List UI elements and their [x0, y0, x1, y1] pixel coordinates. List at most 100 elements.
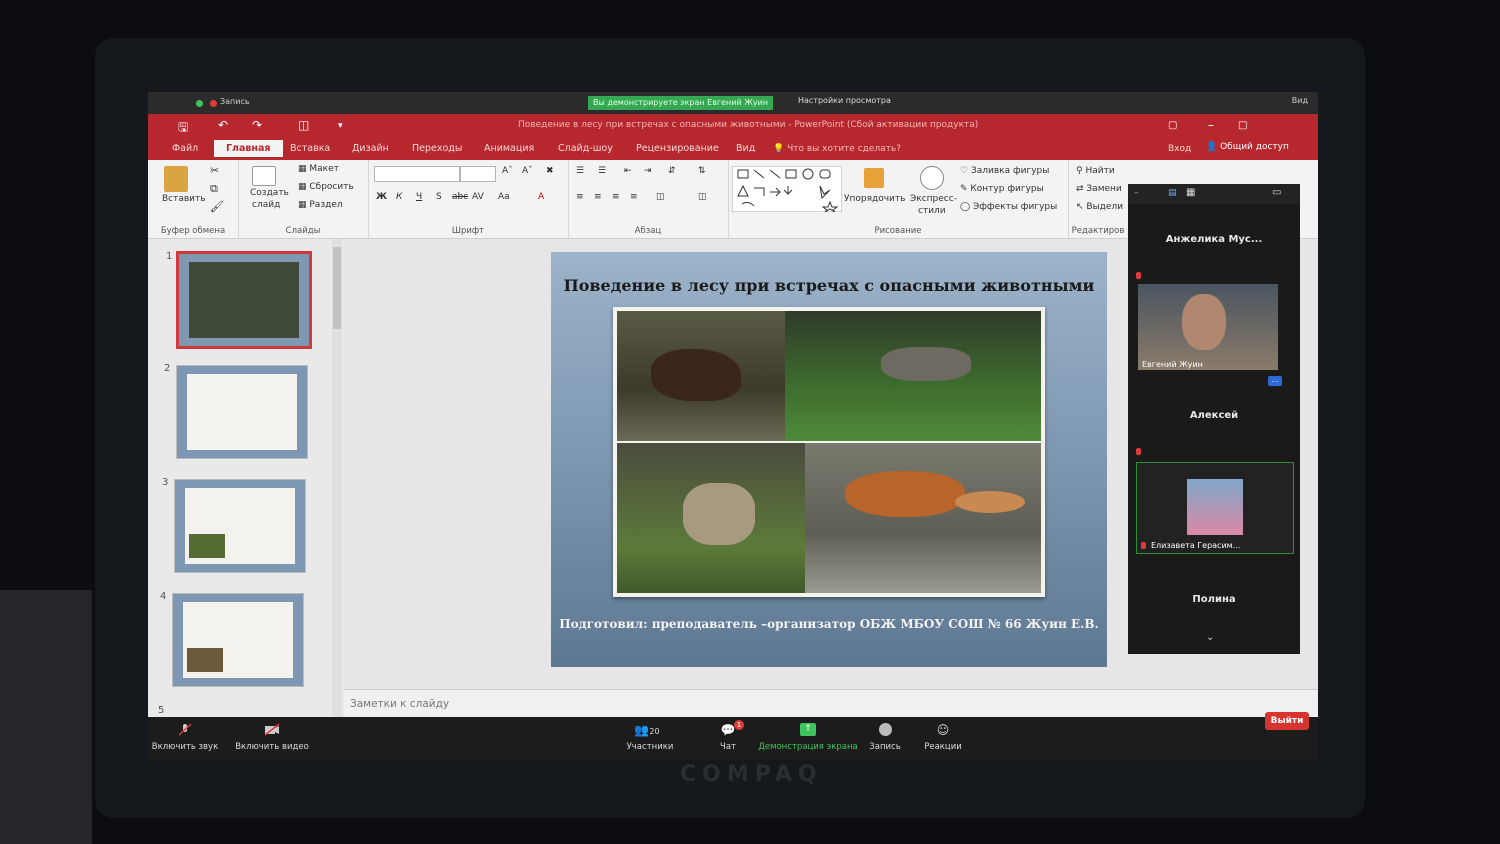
start-video-button[interactable]: Включить видео: [226, 717, 318, 760]
bold-button[interactable]: Ж: [376, 192, 387, 202]
find-button[interactable]: ⚲ Найти: [1076, 166, 1115, 176]
paste-button[interactable]: Вставить: [162, 194, 206, 204]
change-case-button[interactable]: Aa: [498, 192, 510, 202]
view-options-menu[interactable]: Настройки просмотра: [798, 96, 891, 105]
quick-styles-icon[interactable]: [920, 166, 944, 190]
new-slide-button-line2[interactable]: слайд: [252, 200, 280, 210]
record-icon: [879, 723, 892, 736]
grow-font-icon[interactable]: Aˆ: [502, 166, 513, 176]
undo-icon[interactable]: ↶: [218, 118, 228, 132]
select-button[interactable]: ↖ Выдели: [1076, 202, 1123, 212]
shapes-gallery-icon[interactable]: [732, 166, 842, 212]
participants-button[interactable]: 👥20 Участники: [610, 717, 690, 760]
quick-styles-line1[interactable]: Экспресс-: [910, 194, 957, 204]
new-slide-button-line1[interactable]: Создать: [250, 188, 289, 198]
customize-qat-icon[interactable]: ▾: [338, 121, 343, 131]
minimize-panel-icon[interactable]: –: [1134, 188, 1139, 198]
shadow-button[interactable]: S: [436, 192, 442, 202]
expand-panel-icon[interactable]: ▭: [1272, 187, 1281, 198]
increase-indent-icon[interactable]: ⇥: [644, 166, 652, 176]
line-spacing-icon[interactable]: ⇵: [668, 166, 676, 176]
ribbon-options-icon[interactable]: ▢: [1168, 120, 1177, 131]
slide-thumbnail-2[interactable]: [176, 365, 308, 459]
share-screen-button[interactable]: ↑ Демонстрация экрана: [758, 717, 858, 760]
arrange-icon[interactable]: [864, 168, 884, 188]
align-center-icon[interactable]: ≡: [594, 192, 602, 202]
share-button[interactable]: 👤 Общий доступ: [1206, 142, 1289, 152]
participant-video-tile[interactable]: Елизавета Герасим...: [1136, 462, 1294, 554]
shape-fill-button[interactable]: ♡ Заливка фигуры: [960, 166, 1049, 176]
smartart-icon[interactable]: ◫: [698, 192, 707, 202]
view-button[interactable]: Вид: [1292, 96, 1308, 105]
columns-icon[interactable]: ◫: [656, 192, 665, 202]
char-spacing-button[interactable]: AV: [472, 192, 484, 202]
shape-effects-button[interactable]: ◯ Эффекты фигуры: [960, 202, 1057, 212]
paste-icon[interactable]: [164, 166, 188, 192]
numbering-icon[interactable]: ☰: [598, 166, 606, 176]
maximize-icon[interactable]: □: [1238, 120, 1247, 131]
tab-insert[interactable]: Вставка: [290, 143, 330, 154]
tell-me-search[interactable]: 💡 Что вы хотите сделать?: [773, 144, 901, 154]
tab-transitions[interactable]: Переходы: [412, 143, 462, 154]
grid-view-icon[interactable]: ▦: [1186, 187, 1195, 198]
italic-button[interactable]: К: [396, 192, 402, 202]
save-icon[interactable]: 🖫: [178, 118, 188, 139]
align-left-icon[interactable]: ≡: [576, 192, 584, 202]
scrollbar-thumb[interactable]: [333, 247, 341, 329]
shrink-font-icon[interactable]: Aˇ: [522, 166, 533, 176]
replace-button[interactable]: ⇄ Замени: [1076, 184, 1122, 194]
underline-button[interactable]: Ч: [416, 192, 422, 202]
tab-file[interactable]: Файл: [172, 143, 198, 154]
strikethrough-button[interactable]: abc: [452, 192, 468, 202]
group-label-font: Шрифт: [451, 226, 485, 236]
shape-outline-button[interactable]: ✎ Контур фигуры: [960, 184, 1044, 194]
unmute-button[interactable]: Включить звук: [148, 717, 230, 760]
tab-home[interactable]: Главная: [214, 140, 283, 157]
bullets-icon[interactable]: ☰: [576, 166, 584, 176]
justify-icon[interactable]: ≡: [630, 192, 638, 202]
photo-collage-frame[interactable]: [613, 307, 1045, 597]
start-slideshow-icon[interactable]: ◫: [298, 118, 309, 132]
notes-pane[interactable]: Заметки к слайду: [344, 689, 1318, 718]
format-painter-icon[interactable]: 🖌: [210, 200, 224, 213]
layout-button[interactable]: ▦ Макет: [298, 164, 339, 174]
slide-thumbnail-1[interactable]: [176, 251, 312, 349]
arrange-button[interactable]: Упорядочить: [844, 194, 905, 204]
more-options-icon[interactable]: …: [1268, 376, 1282, 386]
quick-styles-line2[interactable]: стили: [918, 206, 946, 216]
tab-view[interactable]: Вид: [736, 143, 755, 154]
pen-icon: ✎: [960, 184, 971, 194]
clear-format-icon[interactable]: ✖: [546, 166, 554, 176]
reset-button[interactable]: ▦ Сбросить: [298, 182, 354, 192]
reactions-button[interactable]: ☺ Реакции: [903, 717, 983, 760]
section-button[interactable]: ▦ Раздел: [298, 200, 343, 210]
new-slide-icon[interactable]: [252, 166, 276, 186]
font-family-select[interactable]: [374, 166, 460, 182]
slide-footer-text[interactable]: Подготовил: преподаватель –организатор О…: [551, 617, 1107, 631]
participant-video-tile[interactable]: Евгений Жуин: [1138, 284, 1278, 370]
font-color-button[interactable]: A: [538, 192, 544, 202]
font-size-select[interactable]: [460, 166, 496, 182]
gallery-view-icon[interactable]: ▤: [1168, 188, 1177, 198]
tab-slideshow[interactable]: Слайд-шоу: [558, 143, 613, 154]
cut-icon[interactable]: ✂: [210, 164, 219, 177]
redo-icon[interactable]: ↷: [252, 118, 262, 132]
chevron-down-icon[interactable]: ⌄: [1206, 632, 1214, 643]
chat-button[interactable]: 💬 1 Чат: [688, 717, 768, 760]
tab-animations[interactable]: Анимация: [484, 143, 534, 154]
sign-in-link[interactable]: Вход: [1168, 144, 1191, 154]
tab-review[interactable]: Рецензирование: [636, 143, 719, 154]
tab-design[interactable]: Дизайн: [352, 143, 389, 154]
slide-thumbnail-4[interactable]: [172, 593, 304, 687]
slide-title[interactable]: Поведение в лесу при встречах с опасными…: [551, 276, 1107, 295]
current-slide[interactable]: Поведение в лесу при встречах с опасными…: [551, 252, 1107, 667]
copy-icon[interactable]: ⧉: [210, 182, 218, 196]
slide-thumbnail-3[interactable]: [174, 479, 306, 573]
sharing-banner[interactable]: Вы демонстрируете экран Евгений Жуин: [588, 96, 773, 110]
decrease-indent-icon[interactable]: ⇤: [624, 166, 632, 176]
leave-meeting-button[interactable]: Выйти: [1265, 712, 1309, 730]
text-direction-icon[interactable]: ⇅: [698, 166, 706, 176]
align-right-icon[interactable]: ≡: [612, 192, 620, 202]
thumbnails-scrollbar[interactable]: [332, 239, 342, 717]
minimize-icon[interactable]: –: [1208, 118, 1214, 132]
